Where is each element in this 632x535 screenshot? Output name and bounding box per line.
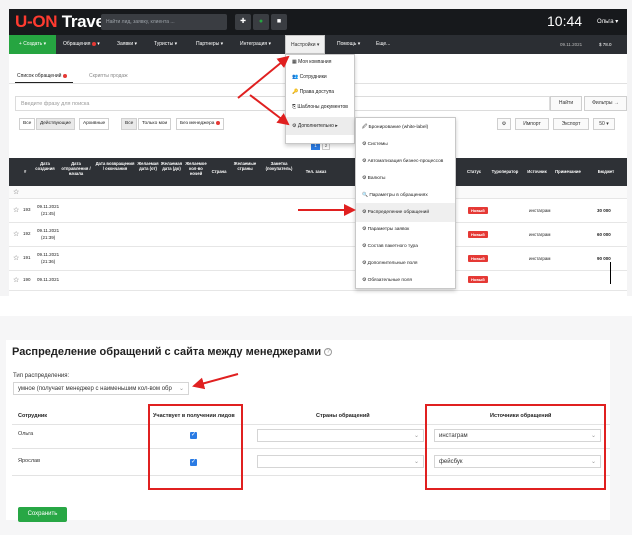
arrow-to-distribution-type bbox=[192, 373, 239, 390]
leads-list-screen: U-ON Travel Найти лид, заявку, клиента .… bbox=[0, 0, 632, 296]
annotation-arrows-bottom bbox=[192, 373, 239, 390]
lead-distribution-screen: Распределение обращений с сайта между ме… bbox=[0, 316, 632, 535]
arrow-to-settings bbox=[237, 55, 290, 99]
annotation-arrows-top bbox=[237, 55, 356, 216]
composite-screenshot: U-ON Travel Найти лид, заявку, клиента .… bbox=[0, 0, 632, 535]
arrow-to-additional bbox=[249, 94, 290, 126]
